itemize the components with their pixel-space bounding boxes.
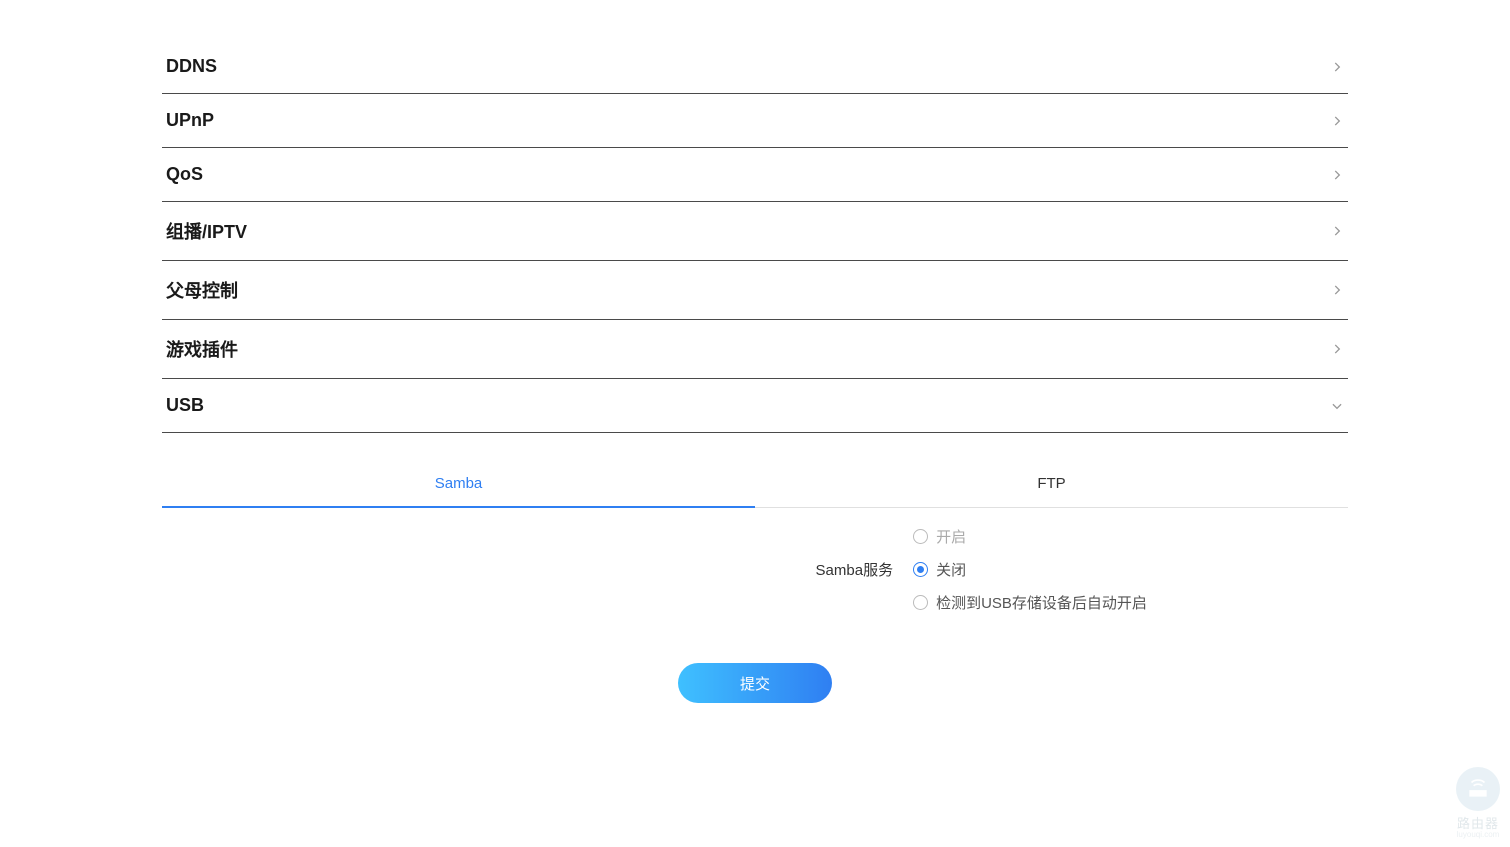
menu-item-ddns[interactable]: DDNS: [162, 40, 1348, 94]
usb-tabs: Samba FTP: [162, 463, 1348, 508]
tab-label: Samba: [435, 475, 483, 492]
menu-item-label: 组播/IPTV: [166, 218, 247, 244]
samba-option-off[interactable]: 关闭: [913, 559, 1147, 580]
tab-samba[interactable]: Samba: [162, 463, 755, 508]
watermark-text: 路由器: [1457, 813, 1499, 832]
menu-item-label: QoS: [166, 164, 203, 185]
submit-button[interactable]: 提交: [678, 663, 832, 703]
menu-item-parental[interactable]: 父母控制: [162, 261, 1348, 320]
chevron-right-icon: [1330, 60, 1344, 74]
menu-item-game-plugin[interactable]: 游戏插件: [162, 320, 1348, 379]
chevron-right-icon: [1330, 114, 1344, 128]
menu-item-label: UPnP: [166, 110, 214, 131]
watermark: 路由器 luyouqi.com: [1456, 767, 1500, 839]
menu-item-iptv[interactable]: 组播/IPTV: [162, 202, 1348, 261]
radio-icon: [913, 595, 928, 610]
radio-label: 关闭: [936, 559, 966, 580]
tab-ftp[interactable]: FTP: [755, 463, 1348, 508]
radio-icon: [913, 562, 928, 577]
chevron-down-icon: [1330, 399, 1344, 413]
chevron-right-icon: [1330, 168, 1344, 182]
tab-label: FTP: [1037, 475, 1065, 492]
menu-item-qos[interactable]: QoS: [162, 148, 1348, 202]
chevron-right-icon: [1330, 342, 1344, 356]
menu-item-label: 父母控制: [166, 277, 238, 303]
watermark-subtext: luyouqi.com: [1457, 830, 1500, 839]
menu-item-label: 游戏插件: [166, 336, 238, 362]
radio-icon: [913, 529, 928, 544]
menu-item-usb[interactable]: USB: [162, 379, 1348, 433]
samba-option-auto[interactable]: 检测到USB存储设备后自动开启: [913, 592, 1147, 613]
samba-panel: Samba服务 开启 关闭 检测到USB存储设备后自动开启: [162, 526, 1348, 613]
chevron-right-icon: [1330, 283, 1344, 297]
samba-option-on[interactable]: 开启: [913, 526, 1147, 547]
radio-label: 检测到USB存储设备后自动开启: [936, 592, 1147, 613]
router-icon: [1456, 767, 1500, 811]
menu-item-upnp[interactable]: UPnP: [162, 94, 1348, 148]
radio-label: 开启: [936, 526, 966, 547]
menu-item-label: USB: [166, 395, 204, 416]
samba-service-label: Samba服务: [363, 559, 913, 580]
chevron-right-icon: [1330, 224, 1344, 238]
menu-item-label: DDNS: [166, 56, 217, 77]
